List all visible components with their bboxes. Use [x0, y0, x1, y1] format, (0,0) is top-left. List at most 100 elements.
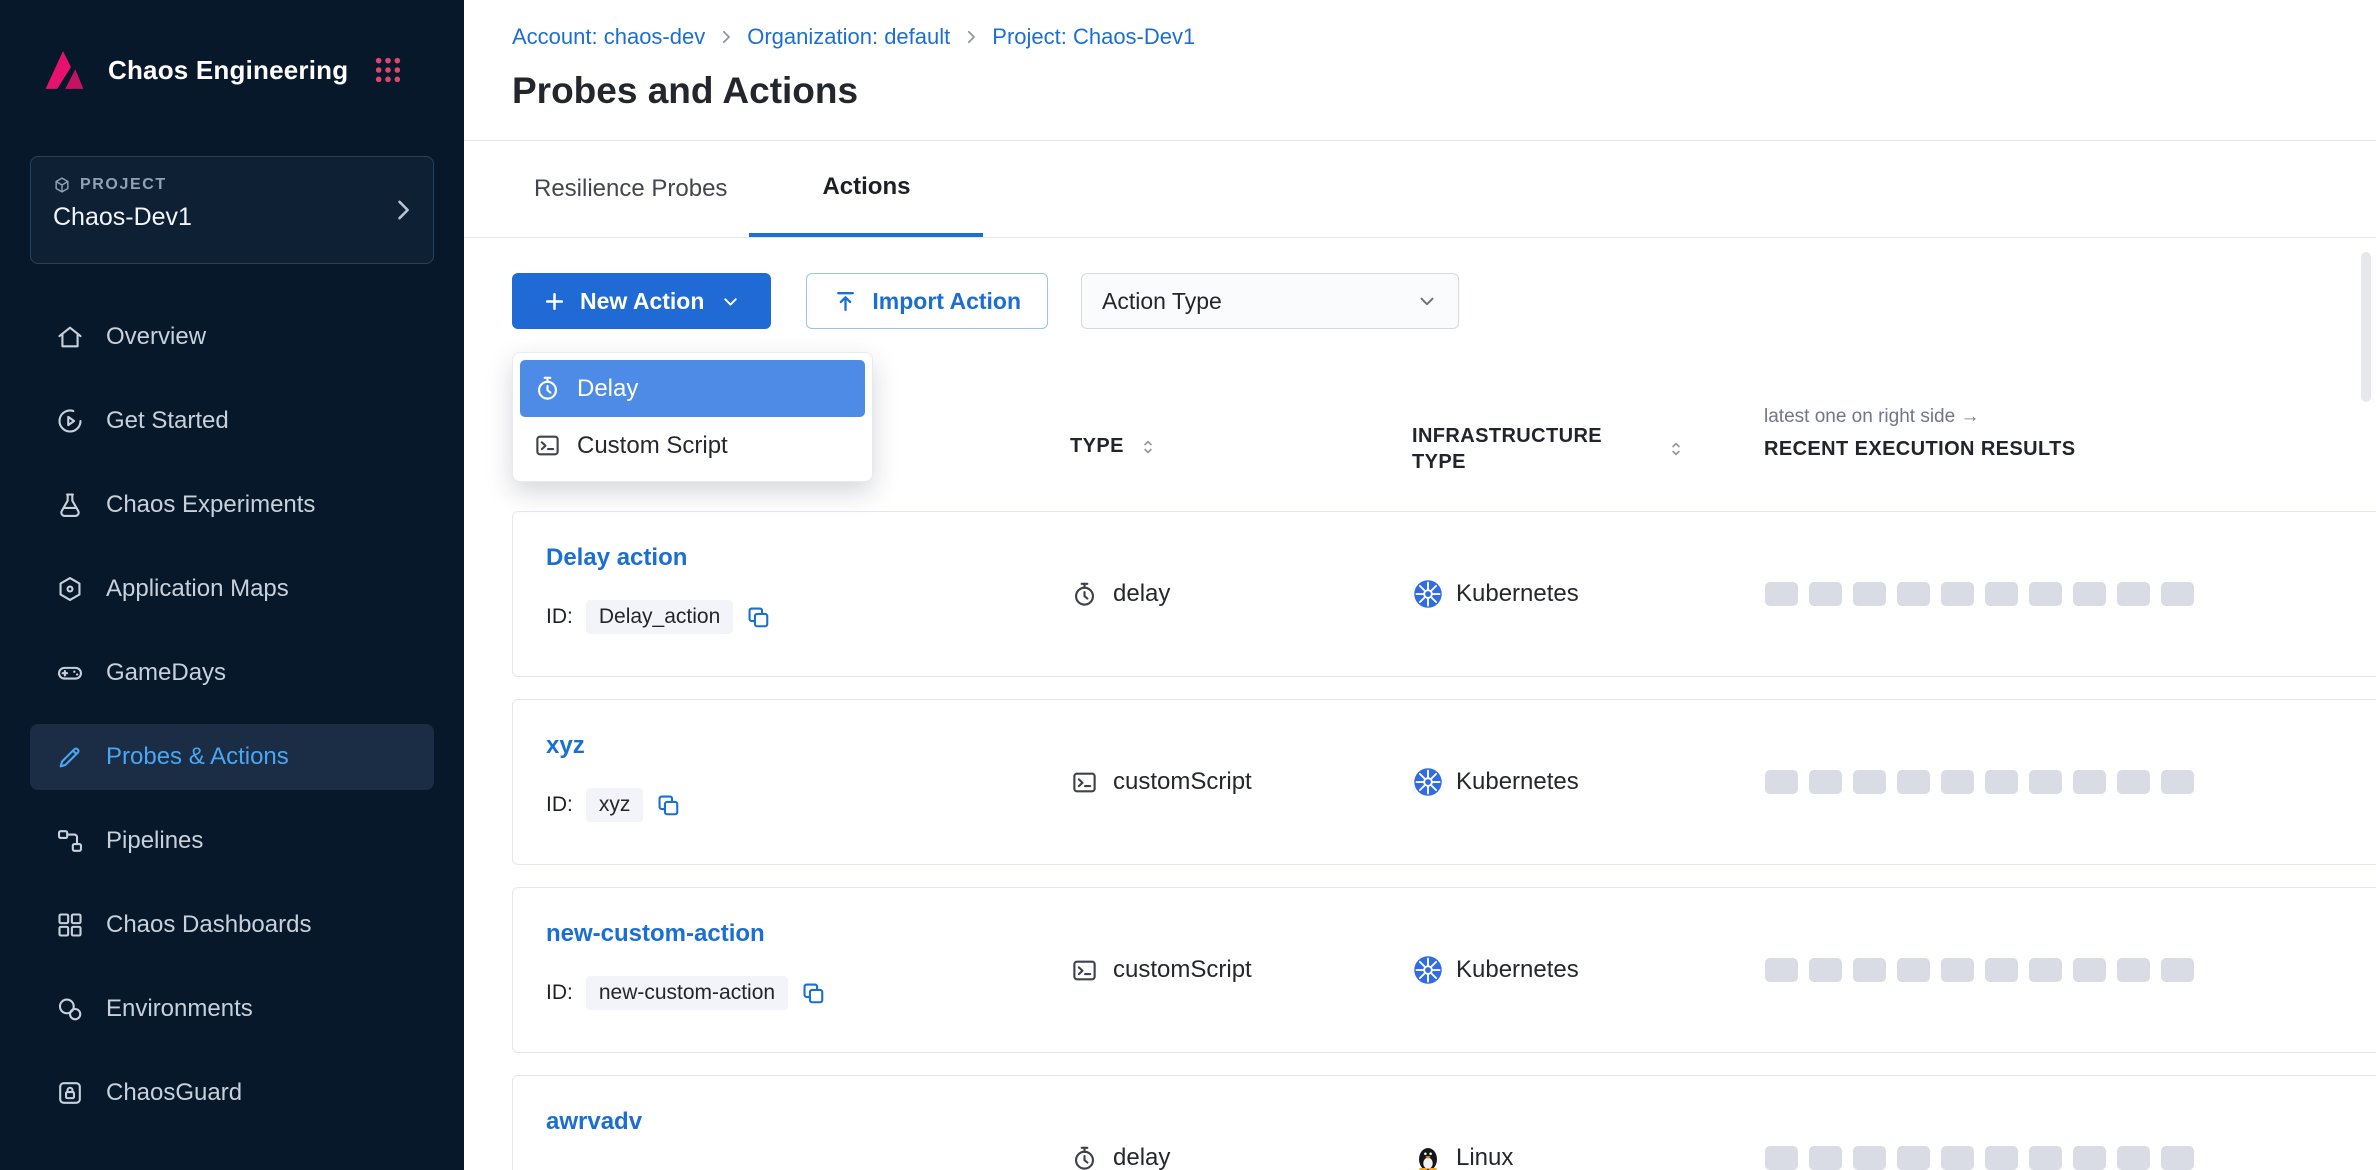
copy-id-button[interactable]: [656, 793, 681, 818]
column-header-type[interactable]: TYPE: [1070, 435, 1158, 458]
scrollbar-thumb[interactable]: [2361, 252, 2371, 402]
home-icon: [56, 323, 84, 351]
execution-result-placeholder: [1765, 958, 1798, 982]
sidebar-item-label: Probes & Actions: [106, 743, 289, 771]
sidebar-item-overview[interactable]: Overview: [30, 304, 434, 370]
type-cell: customScript: [1071, 956, 1252, 984]
project-selector[interactable]: PROJECT Chaos-Dev1: [30, 156, 434, 264]
infrastructure-cell: Linux: [1413, 1143, 1513, 1170]
pipeline-icon: [56, 827, 84, 855]
sidebar-item-chaosguard[interactable]: ChaosGuard: [30, 1060, 434, 1126]
type-value: delay: [1113, 1144, 1170, 1170]
sidebar-item-application-maps[interactable]: Application Maps: [30, 556, 434, 622]
module-title: Chaos Engineering: [108, 55, 348, 86]
infrastructure-cell: Kubernetes: [1413, 955, 1579, 985]
execution-result-placeholder: [1765, 582, 1798, 606]
execution-result-placeholder: [1941, 770, 1974, 794]
sidebar-item-environments[interactable]: Environments: [30, 976, 434, 1042]
kubernetes-icon: [1413, 767, 1443, 797]
execution-result-placeholder: [1765, 1146, 1798, 1170]
execution-results: [1765, 958, 2194, 982]
sidebar-nav: Overview Get Started Chaos Experiments A…: [0, 295, 464, 1135]
menu-item-custom-script[interactable]: Custom Script: [520, 417, 865, 474]
gamepad-icon: [56, 659, 84, 687]
execution-result-placeholder: [2161, 770, 2194, 794]
upload-icon: [833, 289, 858, 314]
execution-result-placeholder: [1897, 770, 1930, 794]
column-header-infrastructure[interactable]: INFRASTRUCTURE TYPE: [1412, 423, 1686, 475]
sidebar-item-label: Application Maps: [106, 575, 289, 603]
breadcrumb-link-organization[interactable]: Organization: default: [747, 24, 950, 50]
execution-result-placeholder: [1941, 1146, 1974, 1170]
sort-icon[interactable]: [1138, 437, 1158, 457]
execution-result-placeholder: [1809, 770, 1842, 794]
action-id-chip: new-custom-action: [586, 976, 788, 1010]
sidebar-item-label: Pipelines: [106, 827, 203, 855]
breadcrumb-link-account[interactable]: Account: chaos-dev: [512, 24, 705, 50]
import-action-button[interactable]: Import Action: [806, 273, 1048, 329]
action-name-link[interactable]: Delay action: [546, 544, 687, 572]
page-title: Probes and Actions: [512, 70, 858, 112]
chevron-right-icon: [717, 28, 735, 46]
execution-result-placeholder: [1941, 582, 1974, 606]
sidebar-item-get-started[interactable]: Get Started: [30, 388, 434, 454]
action-name-link[interactable]: xyz: [546, 732, 585, 760]
execution-results: [1765, 770, 2194, 794]
sort-icon[interactable]: [1666, 439, 1686, 459]
sidebar-item-pipelines[interactable]: Pipelines: [30, 808, 434, 874]
action-name-link[interactable]: new-custom-action: [546, 920, 765, 948]
tab-actions[interactable]: Actions: [749, 141, 983, 237]
id-label: ID:: [546, 605, 573, 629]
execution-result-placeholder: [1853, 770, 1886, 794]
sidebar-header: Chaos Engineering: [0, 0, 464, 140]
chevron-down-icon: [720, 291, 741, 312]
execution-result-placeholder: [1897, 958, 1930, 982]
project-name: Chaos-Dev1: [53, 203, 411, 232]
stopwatch-icon: [1071, 1145, 1098, 1170]
tab-resilience-probes[interactable]: Resilience Probes: [512, 141, 749, 237]
type-cell: customScript: [1071, 768, 1252, 796]
execution-result-placeholder: [2029, 1146, 2062, 1170]
menu-item-delay[interactable]: Delay: [520, 360, 865, 417]
execution-results: [1765, 582, 2194, 606]
sidebar: Chaos Engineering PROJECT Chaos-Dev1 Ove…: [0, 0, 464, 1170]
id-label: ID:: [546, 793, 573, 817]
environments-icon: [56, 995, 84, 1023]
execution-result-placeholder: [2117, 1146, 2150, 1170]
execution-result-placeholder: [1765, 770, 1798, 794]
execution-result-placeholder: [1809, 958, 1842, 982]
execution-result-placeholder: [1897, 1146, 1930, 1170]
sidebar-item-chaos-experiments[interactable]: Chaos Experiments: [30, 472, 434, 538]
action-type-select[interactable]: Action Type: [1081, 273, 1459, 329]
execution-result-placeholder: [1941, 958, 1974, 982]
sidebar-item-label: Get Started: [106, 407, 229, 435]
toolbar: New Action Import Action Action Type: [512, 273, 1459, 329]
new-action-button[interactable]: New Action: [512, 273, 771, 329]
copy-id-button[interactable]: [746, 605, 771, 630]
breadcrumb-link-project[interactable]: Project: Chaos-Dev1: [992, 24, 1195, 50]
sidebar-item-gamedays[interactable]: GameDays: [30, 640, 434, 706]
results-hint: latest one on right side →: [1764, 406, 1979, 428]
dashboard-icon: [56, 911, 84, 939]
type-cell: delay: [1071, 580, 1170, 608]
execution-result-placeholder: [2029, 770, 2062, 794]
execution-result-placeholder: [2073, 1146, 2106, 1170]
copy-id-button[interactable]: [801, 981, 826, 1006]
get-started-icon: [56, 407, 84, 435]
execution-result-placeholder: [2117, 582, 2150, 606]
infrastructure-value: Kubernetes: [1456, 768, 1579, 796]
action-name-link[interactable]: awrvadv: [546, 1108, 642, 1136]
infrastructure-cell: Kubernetes: [1413, 767, 1579, 797]
execution-result-placeholder: [1853, 958, 1886, 982]
chevron-right-icon: [389, 196, 417, 224]
sidebar-item-label: Chaos Experiments: [106, 491, 315, 519]
copy-icon: [746, 605, 771, 630]
module-switcher-grid-icon[interactable]: [372, 54, 404, 86]
sidebar-item-chaos-dashboards[interactable]: Chaos Dashboards: [30, 892, 434, 958]
type-value: customScript: [1113, 768, 1252, 796]
execution-result-placeholder: [2117, 958, 2150, 982]
guard-icon: [56, 1079, 84, 1107]
chaos-engineering-logo-icon: [34, 41, 92, 99]
sidebar-item-probes-actions[interactable]: Probes & Actions: [30, 724, 434, 790]
action-id-chip: xyz: [586, 788, 644, 822]
